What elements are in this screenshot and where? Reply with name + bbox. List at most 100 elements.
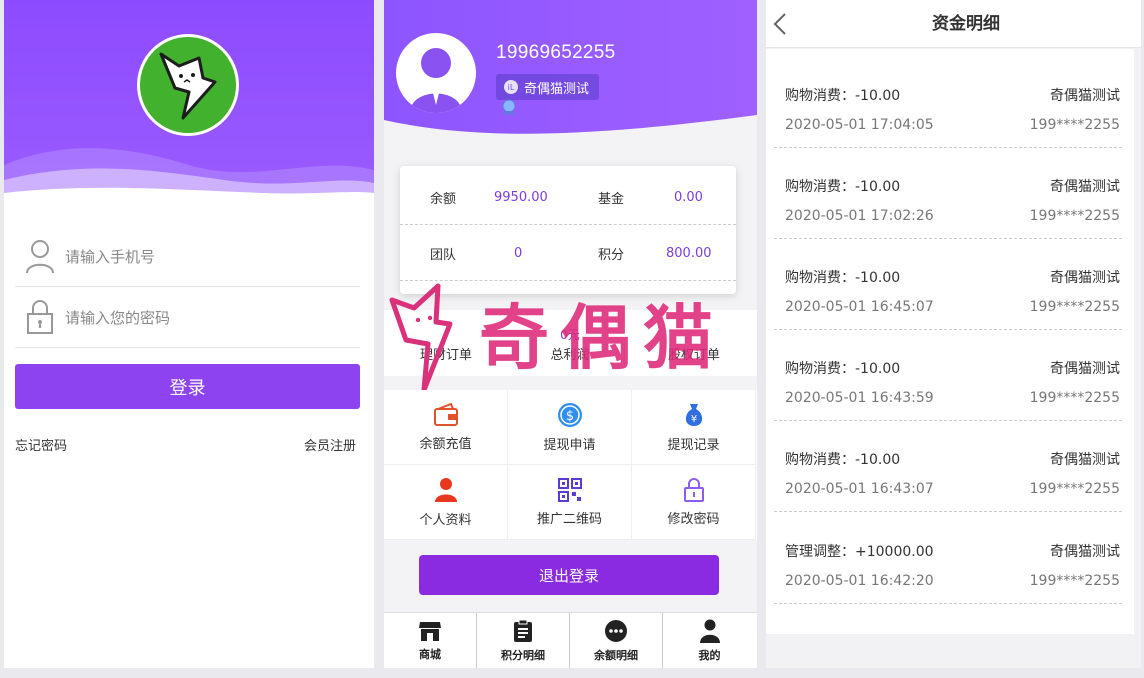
record-time: 2020-05-01 17:02:26 (785, 208, 934, 224)
menu-label: 提现申请 (543, 437, 596, 453)
clipboard-icon (514, 619, 532, 642)
record-time: 2020-05-01 16:43:59 (785, 390, 934, 406)
avatar-person-icon (410, 48, 462, 113)
menu-label: 余额充值 (419, 436, 472, 452)
points-value: 800.00 (666, 245, 712, 261)
tab-balance[interactable]: 余额明细 (570, 613, 663, 668)
record-phone: 199****2255 (1029, 573, 1120, 589)
login-button[interactable]: 登录 (15, 364, 360, 409)
menu-label: 修改密码 (667, 511, 720, 527)
tab-label: 我的 (698, 649, 721, 662)
wallet-icon (433, 402, 458, 426)
user-icon (434, 477, 457, 502)
store-icon (419, 622, 441, 641)
login-header (4, 0, 374, 205)
record-phone: 199****2255 (1029, 299, 1120, 315)
stat-value (632, 326, 756, 342)
chat-icon (605, 620, 627, 642)
list-item[interactable]: 购物消费：-10.00 奇偶猫测试 2020-05-01 16:43:59 19… (774, 330, 1122, 421)
record-phone: 199****2255 (1029, 390, 1120, 406)
nickname: 奇偶猫测试 (524, 81, 590, 97)
menu-qrcode[interactable]: 推广二维码 (508, 465, 632, 540)
balance-value: 9950.00 (494, 189, 548, 205)
finance-orders[interactable]: 理财订单 (384, 310, 508, 376)
member-center-screen: 19969652255 iL 奇偶猫测试 余额 9950.00 基金 0.00 … (384, 0, 757, 668)
menu-recharge[interactable]: 余额充值 (384, 390, 508, 465)
team-value: 0 (514, 245, 523, 261)
forgot-password-link[interactable]: 忘记密码 (15, 435, 67, 454)
list-item[interactable]: 购物消费：-10.00 奇偶猫测试 2020-05-01 17:02:26 19… (774, 148, 1122, 239)
lock-icon (15, 299, 65, 335)
tab-points[interactable]: 积分明细 (477, 613, 570, 668)
person-icon (699, 619, 720, 643)
app-logo (137, 34, 239, 136)
menu-label: 提现记录 (667, 437, 720, 453)
record-type: 购物消费：-10.00 (785, 270, 901, 286)
nav-bar: 资金明细 (766, 0, 1141, 48)
record-time: 2020-05-01 16:43:07 (785, 481, 934, 497)
list-item[interactable]: 购物消费：-10.00 奇偶猫测试 2020-05-01 17:04:05 19… (774, 57, 1122, 148)
tab-store[interactable]: 商城 (384, 613, 477, 668)
stats-row: 理财订单 0元 总利润 股权订单 (384, 310, 757, 376)
password-field[interactable]: 请输入您的密码 (15, 287, 360, 348)
login-screen: 请输入手机号 请输入您的密码 登录 忘记密码 会员注册 (4, 0, 374, 668)
fund-value: 0.00 (674, 189, 703, 205)
menu-label: 推广二维码 (536, 511, 602, 527)
avatar[interactable] (396, 33, 476, 113)
nickname-badge: iL 奇偶猫测试 (496, 74, 600, 100)
password-input[interactable]: 请输入您的密码 (65, 307, 170, 328)
fund-detail-screen: 资金明细 购物消费：-10.00 奇偶猫测试 2020-05-01 17:04:… (766, 0, 1141, 668)
record-type: 购物消费：-10.00 (785, 179, 901, 195)
fund-label: 基金 (598, 191, 625, 207)
tab-mine[interactable]: 我的 (663, 613, 756, 668)
balance-card: 余额 9950.00 基金 0.00 团队 0 积分 800.00 (400, 166, 736, 294)
phone-input[interactable]: 请输入手机号 (65, 246, 155, 267)
record-type: 管理调整：+10000.00 (785, 544, 934, 560)
list-item[interactable]: 管理调整：+10000.00 奇偶猫测试 2020-05-01 16:42:20… (774, 513, 1122, 604)
record-user: 奇偶猫测试 (1050, 544, 1120, 560)
record-user: 奇偶猫测试 (1050, 88, 1120, 104)
menu-change-password[interactable]: 修改密码 (632, 465, 756, 540)
register-link[interactable]: 会员注册 (304, 435, 356, 454)
record-time: 2020-05-01 17:04:05 (785, 117, 934, 133)
header-wave (4, 148, 374, 205)
team-label: 团队 (430, 247, 457, 263)
bottom-tab-bar: 商城 积分明细 余额明细 我的 (384, 612, 757, 668)
balance-row: 余额 9950.00 基金 0.00 (400, 169, 736, 225)
user-icon (15, 238, 65, 274)
record-phone: 199****2255 (1029, 481, 1120, 497)
tab-label: 余额明细 (594, 649, 638, 662)
record-time: 2020-05-01 16:45:07 (785, 299, 934, 315)
menu-profile[interactable]: 个人资料 (384, 465, 508, 540)
record-user: 奇偶猫测试 (1050, 179, 1120, 195)
menu-withdraw-records[interactable]: ¥ 提现记录 (632, 390, 756, 465)
total-profit[interactable]: 0元 总利润 (508, 310, 632, 376)
record-type: 购物消费：-10.00 (785, 88, 901, 104)
record-time: 2020-05-01 16:42:20 (785, 573, 934, 589)
qrcode-icon (557, 477, 582, 502)
tab-label: 积分明细 (501, 649, 545, 662)
record-user: 奇偶猫测试 (1050, 270, 1120, 286)
lock-icon (683, 477, 704, 502)
header-wave (384, 115, 757, 140)
medal-icon (502, 99, 516, 116)
menu-withdraw[interactable]: $ 提现申请 (508, 390, 632, 465)
svg-text:¥: ¥ (690, 414, 696, 425)
equity-orders[interactable]: 股权订单 (632, 310, 756, 376)
logout-button[interactable]: 退出登录 (419, 555, 719, 595)
stat-value (384, 326, 508, 342)
points-label: 积分 (598, 247, 625, 263)
phone-field[interactable]: 请输入手机号 (15, 226, 360, 287)
stat-label: 股权订单 (667, 348, 720, 363)
menu-label: 个人资料 (419, 512, 472, 528)
menu-grid: 余额充值 $ 提现申请 ¥ 提现记录 个人资料 推广二维码 修改密码 (384, 390, 757, 540)
svg-text:$: $ (565, 409, 573, 424)
fund-record-list: 购物消费：-10.00 奇偶猫测试 2020-05-01 17:04:05 19… (766, 49, 1134, 634)
cat-lightning-icon (159, 52, 217, 120)
stat-label: 总利润 (550, 348, 590, 363)
list-item[interactable]: 购物消费：-10.00 奇偶猫测试 2020-05-01 16:43:07 19… (774, 421, 1122, 512)
list-item[interactable]: 购物消费：-10.00 奇偶猫测试 2020-05-01 16:45:07 19… (774, 239, 1122, 330)
record-user: 奇偶猫测试 (1050, 452, 1120, 468)
balance-label: 余额 (430, 191, 457, 207)
page-title: 资金明细 (932, 14, 1000, 34)
